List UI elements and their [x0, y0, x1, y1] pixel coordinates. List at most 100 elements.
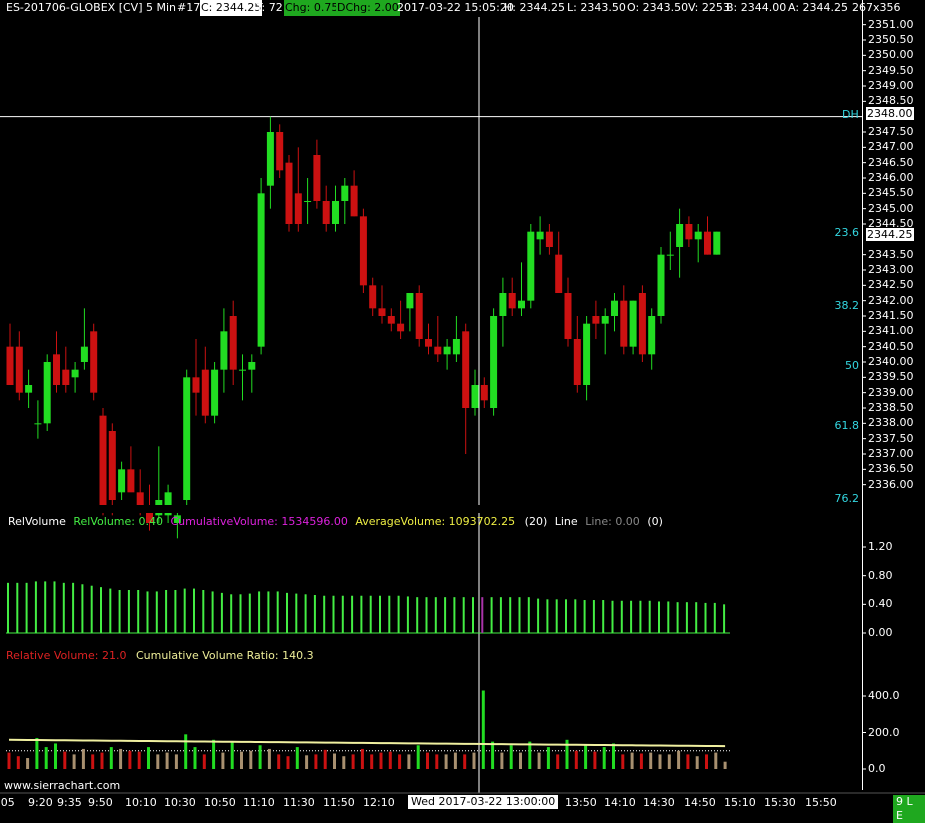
candle-body: [471, 385, 479, 408]
candle-body: [648, 316, 656, 355]
price-tick-label: 2346.50: [868, 155, 914, 169]
candle-body: [34, 423, 42, 425]
price-tick-label: 2347.00: [868, 140, 914, 154]
time-axis-label: 15:10: [724, 796, 756, 809]
dh-label: DH: [842, 108, 859, 121]
candle-body: [676, 224, 684, 247]
candle-body: [313, 155, 321, 201]
price-tick-label: 2347.50: [868, 125, 914, 138]
candle-body: [611, 300, 618, 316]
candle-body: [480, 385, 488, 401]
candle-body: [462, 331, 470, 408]
panel-separator: [0, 505, 862, 513]
current-price-marker: 2344.25: [866, 228, 914, 241]
status-badge[interactable]: 9 L E: [893, 795, 925, 823]
candle-body: [90, 331, 98, 393]
candle-body: [53, 354, 60, 385]
price-tick-label: 2336.00: [868, 477, 914, 491]
candle-body: [620, 300, 628, 347]
time-axis-label: 11:10: [243, 796, 275, 809]
candle-body: [71, 369, 79, 378]
candle-body: [341, 185, 349, 201]
candle-body: [601, 316, 609, 324]
dh-price-marker: 2348.00: [866, 107, 914, 120]
price-tick-label: 2338.00: [868, 416, 914, 430]
candle-body: [62, 369, 70, 385]
candle-body: [629, 300, 637, 347]
candle-body: [183, 377, 191, 500]
candle-body: [592, 316, 600, 324]
watermark: www.sierrachart.com: [4, 779, 121, 792]
candle-body: [201, 369, 209, 416]
price-tick-label: 2346.00: [868, 171, 914, 184]
time-axis-label: 14:10: [604, 796, 636, 809]
candle-body: [127, 469, 135, 493]
price-tick-label: 2342.00: [868, 293, 914, 307]
time-axis-label: 12:10: [363, 796, 395, 809]
cumulative-ratio-line: [8, 738, 726, 748]
candle-body: [108, 431, 116, 500]
price-tick-label: 2339.50: [868, 370, 914, 384]
fib-level-label: 38.2: [834, 299, 860, 312]
candle-body: [573, 339, 581, 385]
cumvol-value: CumulativeVolume: 1534596.00: [170, 515, 348, 528]
relvol-tick-label: 0.00: [868, 626, 893, 639]
candle-body: [118, 469, 126, 493]
price-tick-label: 2350.50: [868, 33, 914, 46]
candle-body: [638, 293, 646, 355]
ratio-panel-title: Relative Volume: 21.0 Cumulative Volume …: [6, 649, 314, 662]
candle-body: [80, 346, 88, 362]
candle-body: [248, 362, 256, 370]
candle-body: [545, 231, 553, 247]
price-tick-label: 2342.50: [868, 278, 914, 292]
price-tick-label: 2343.00: [868, 263, 914, 276]
candle-body: [555, 254, 563, 293]
candle-body: [6, 346, 14, 385]
time-axis-label: 14:50: [684, 796, 716, 809]
candle-body: [685, 224, 693, 240]
candle-body: [434, 346, 442, 355]
candle-body: [322, 201, 330, 224]
price-tick-label: 2343.50: [868, 247, 914, 261]
candle-body: [564, 293, 572, 339]
time-axis-label: 10:30: [164, 796, 196, 809]
candle-body: [239, 369, 246, 371]
relvol-tick-label: 0.40: [868, 597, 893, 611]
candle-body: [583, 323, 591, 385]
price-tick-label: 2341.00: [868, 324, 914, 338]
candle-body: [276, 132, 284, 171]
candle-body: [332, 201, 339, 224]
price-tick-label: 2348.50: [868, 94, 914, 108]
price-tick-label: 2351.00: [868, 17, 914, 31]
price-tick-label: 2341.50: [868, 309, 914, 322]
time-axis-label: 10:10: [125, 796, 157, 809]
candle-body: [704, 231, 711, 255]
price-tick-label: 2349.50: [868, 63, 914, 77]
line-label: Line: [554, 515, 578, 528]
fib-level-label: 61.8: [834, 419, 860, 432]
relvol-period: (20): [524, 515, 548, 528]
time-axis-label: 9:20: [28, 796, 53, 809]
candle-body: [518, 300, 525, 309]
candle-body: [490, 316, 498, 408]
chart-canvas[interactable]: [0, 0, 925, 812]
candle-body: [15, 346, 23, 393]
price-tick-label: 2349.00: [868, 79, 914, 92]
candle-body: [694, 231, 702, 240]
avgvol-value: AverageVolume: 1093702.25: [355, 515, 516, 528]
candle-body: [713, 231, 721, 255]
relvol-panel-title: RelVolume RelVolume: 0.40 CumulativeVolu…: [8, 515, 663, 528]
price-tick-label: 2337.00: [868, 447, 914, 460]
cvr-value: Cumulative Volume Ratio: 140.3: [135, 649, 314, 662]
time-axis-label: 15:50: [805, 796, 837, 809]
candle-body: [266, 132, 274, 186]
price-tick-label: 2336.50: [868, 462, 914, 476]
time-axis-label: 14:30: [643, 796, 675, 809]
ratio-tick-label: 400.0: [868, 689, 900, 702]
price-tick-label: 2340.50: [868, 339, 914, 353]
price-tick-label: 2345.00: [868, 201, 914, 215]
candle-body: [43, 362, 51, 424]
candle-body: [304, 201, 312, 202]
price-tick-label: 2338.50: [868, 401, 914, 414]
time-axis-label: 11:50: [323, 796, 355, 809]
